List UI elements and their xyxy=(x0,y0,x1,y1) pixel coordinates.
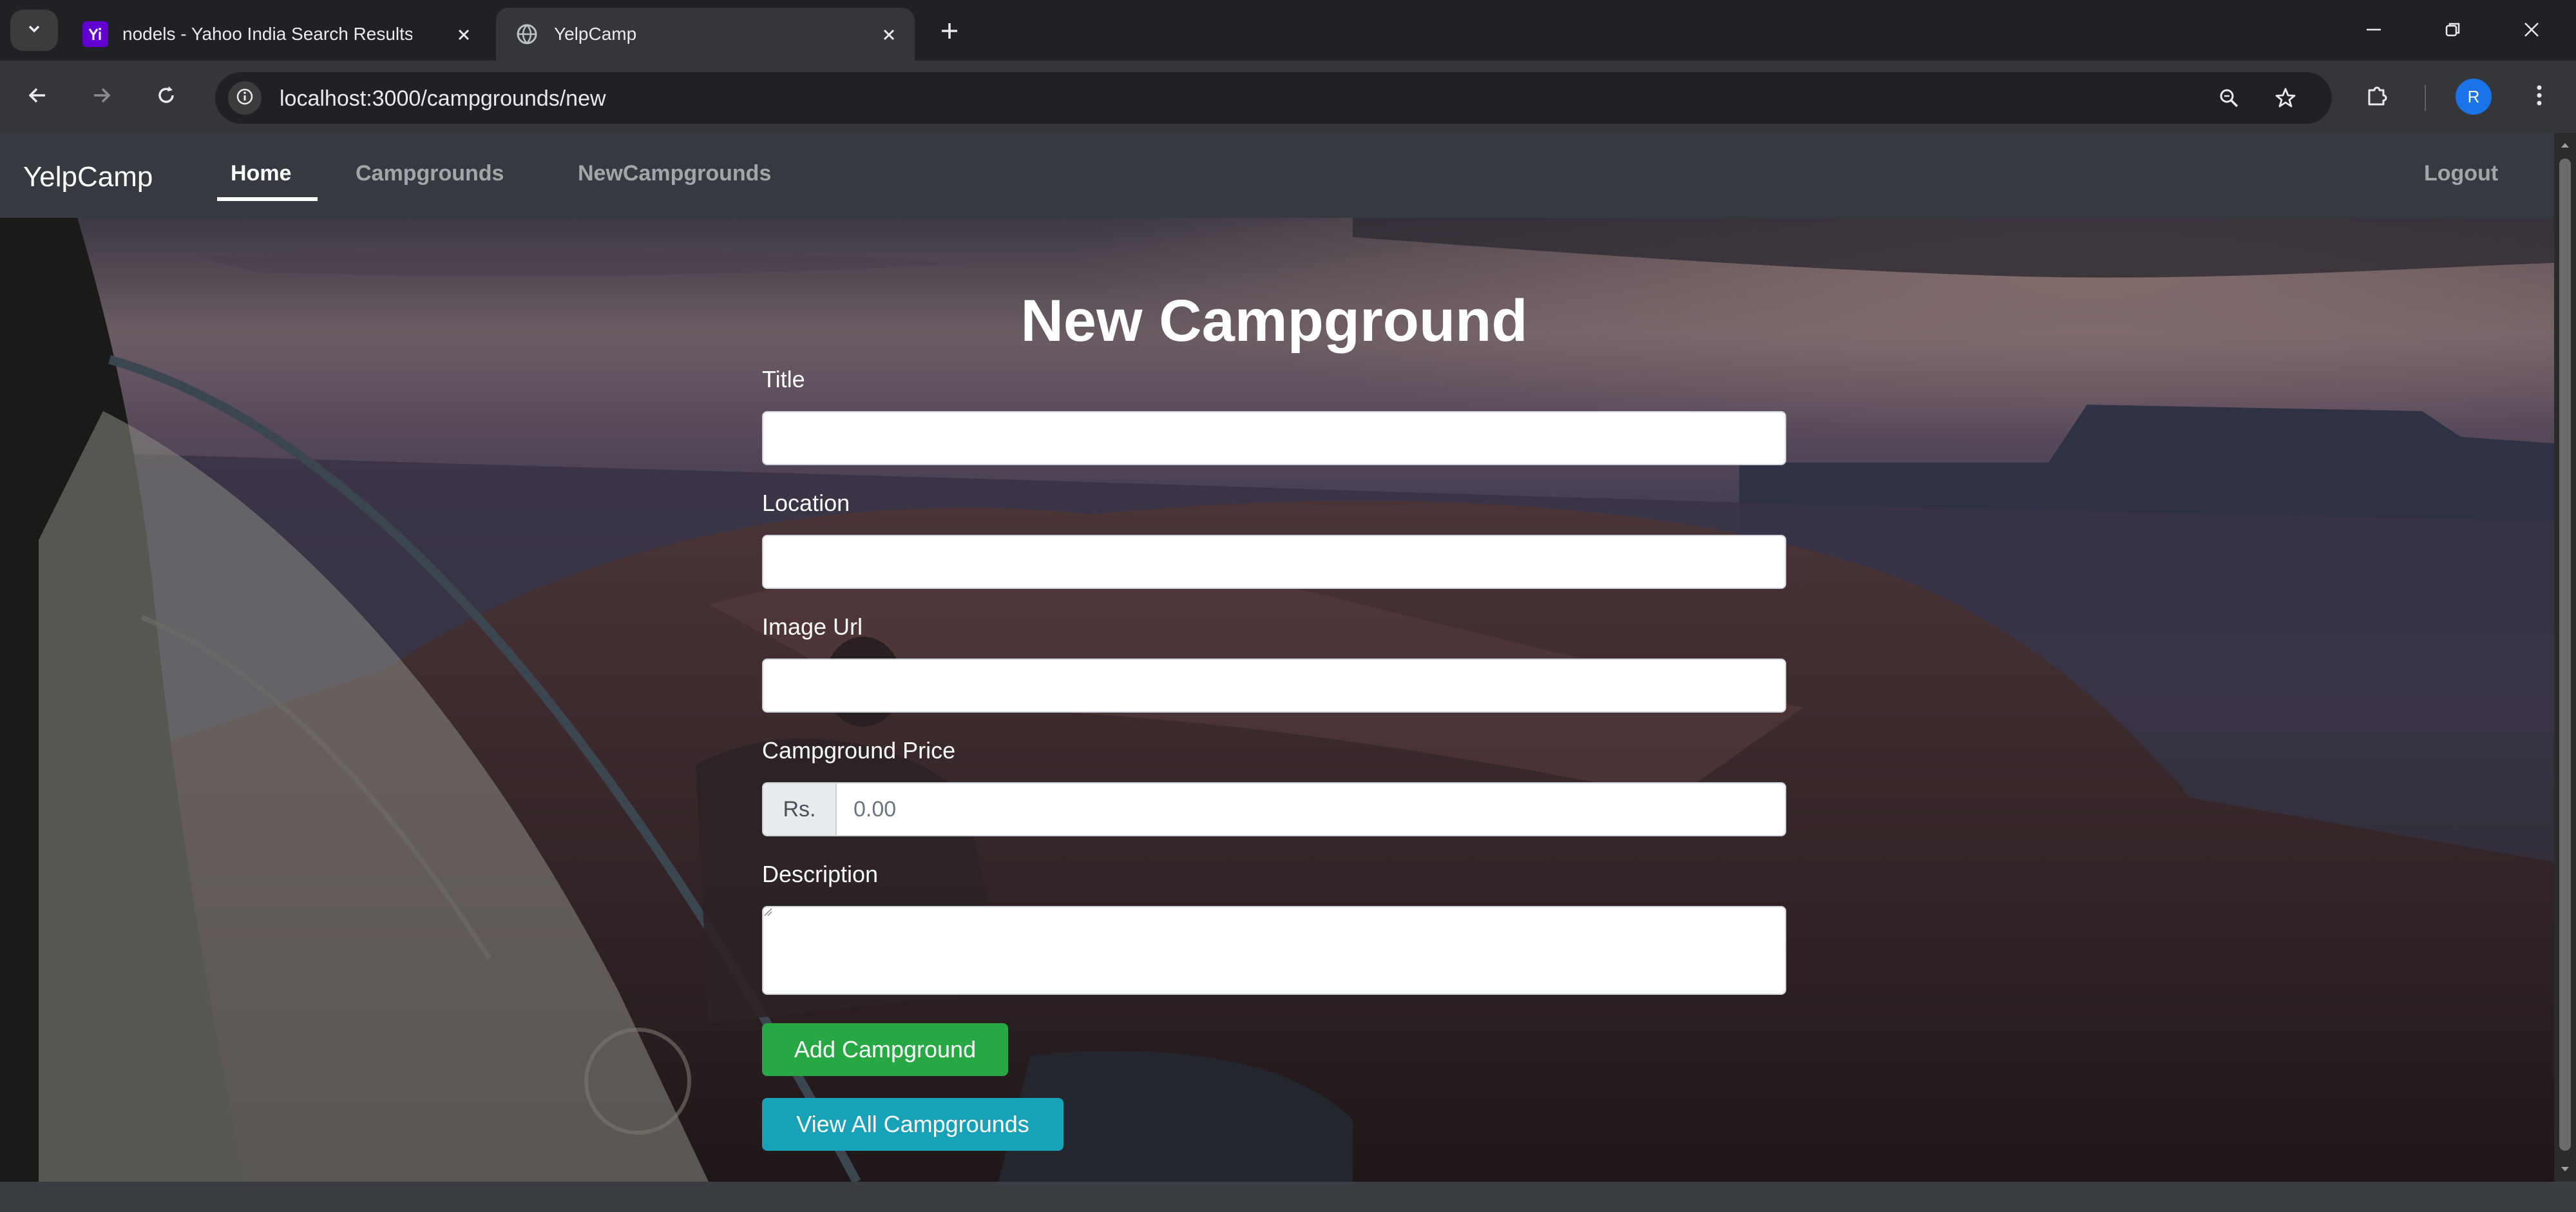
reload-icon xyxy=(155,84,178,110)
extensions-button[interactable] xyxy=(2359,79,2395,115)
scroll-up-icon[interactable] xyxy=(2559,139,2571,151)
info-icon xyxy=(235,87,254,110)
restore-icon xyxy=(2443,20,2463,43)
description-textarea[interactable] xyxy=(762,906,1786,995)
new-tab-button[interactable] xyxy=(934,17,965,48)
site-navbar: YelpCamp Home Campgrounds NewCampgrounds… xyxy=(0,133,2554,218)
price-label: Campground Price xyxy=(762,737,956,764)
tab-title: YelpCamp xyxy=(554,24,637,44)
page-scrollbar[interactable] xyxy=(2554,133,2576,1182)
close-tab-icon[interactable] xyxy=(452,23,475,46)
forward-arrow-icon xyxy=(90,84,113,110)
currency-addon: Rs. xyxy=(762,782,837,836)
more-vertical-icon xyxy=(2535,82,2543,111)
restore-button[interactable] xyxy=(2434,14,2472,48)
page-viewport: YelpCamp Home Campgrounds NewCampgrounds… xyxy=(0,133,2554,1182)
logout-link[interactable]: Logout xyxy=(2424,161,2498,186)
url-text[interactable]: localhost:3000/campgrounds/new xyxy=(280,86,606,111)
minimize-button[interactable] xyxy=(2354,14,2393,48)
view-all-campgrounds-button[interactable]: View All Campgrounds xyxy=(762,1098,1064,1151)
brand-logo[interactable]: YelpCamp xyxy=(23,161,153,193)
image-url-input[interactable] xyxy=(762,659,1786,713)
price-input[interactable]: 0.00 xyxy=(837,782,1786,836)
bookmark-star-icon[interactable] xyxy=(2270,82,2301,113)
title-input[interactable] xyxy=(762,411,1786,465)
puzzle-icon xyxy=(2364,82,2390,111)
image-url-label: Image Url xyxy=(762,613,863,640)
profile-avatar[interactable]: R xyxy=(2456,79,2492,115)
reload-button[interactable] xyxy=(149,80,183,113)
close-window-button[interactable] xyxy=(2512,14,2551,48)
nav-link-home[interactable]: Home xyxy=(231,161,291,186)
browser-menu-button[interactable] xyxy=(2521,79,2557,115)
plus-icon xyxy=(939,21,960,44)
browser-toolbar: localhost:3000/campgrounds/new R xyxy=(0,61,2576,133)
scrollbar-thumb[interactable] xyxy=(2559,159,2571,1151)
description-label: Description xyxy=(762,861,879,887)
tab-search-button[interactable] xyxy=(10,10,58,51)
yahoo-favicon-icon xyxy=(82,21,108,47)
page-title: New Campground xyxy=(1020,288,1528,354)
site-info-button[interactable] xyxy=(228,81,262,115)
tab-title: nodels - Yahoo India Search Results xyxy=(122,24,412,44)
add-campground-button[interactable]: Add Campground xyxy=(762,1023,1008,1076)
price-input-group: Rs. 0.00 xyxy=(762,782,1786,836)
minimize-icon xyxy=(2364,20,2383,43)
forward-button[interactable] xyxy=(85,80,119,113)
scroll-down-icon[interactable] xyxy=(2559,1164,2571,1175)
title-label: Title xyxy=(762,366,805,392)
nav-link-new-campgrounds[interactable]: NewCampgrounds xyxy=(578,161,771,186)
tab-yelpcamp[interactable]: YelpCamp xyxy=(496,8,915,61)
profile-initial: R xyxy=(2467,86,2480,106)
location-label: Location xyxy=(762,490,850,516)
resize-grip-icon[interactable] xyxy=(763,907,772,916)
address-bar[interactable]: localhost:3000/campgrounds/new xyxy=(215,72,2332,124)
nav-link-campgrounds[interactable]: Campgrounds xyxy=(356,161,504,186)
close-tab-icon[interactable] xyxy=(877,23,901,46)
toolbar-separator xyxy=(2425,85,2426,111)
active-nav-indicator xyxy=(217,197,318,201)
browser-tabstrip: nodels - Yahoo India Search Results Yelp… xyxy=(0,0,2576,61)
back-arrow-icon xyxy=(26,84,49,110)
back-button[interactable] xyxy=(21,80,54,113)
tab-yahoo-search[interactable]: nodels - Yahoo India Search Results xyxy=(64,8,490,61)
window-bottom-edge xyxy=(0,1182,2576,1212)
location-input[interactable] xyxy=(762,535,1786,589)
zoom-icon[interactable] xyxy=(2213,82,2244,113)
hero-background: New Campground Title Location Image Url … xyxy=(0,218,2554,1182)
chevron-down-icon xyxy=(26,21,43,41)
globe-icon xyxy=(514,21,540,47)
close-icon xyxy=(2522,20,2541,43)
